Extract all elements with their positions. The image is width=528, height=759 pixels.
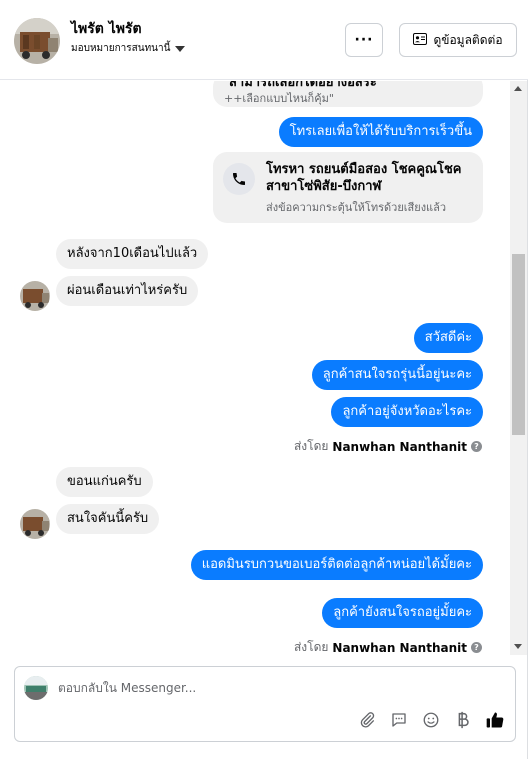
help-icon[interactable]: ? [471,642,482,653]
partial-message-card: สามารถเลือกได้อย่างอิสระ ++เลือกแบบไหนก็… [213,81,483,107]
message-outgoing[interactable]: สวัสดีค่ะ [413,323,483,353]
view-contact-label: ดูข้อมูลติดต่อ [433,32,503,47]
sent-by-prefix: ส่งโดย [293,640,329,654]
scroll-thumb[interactable] [512,254,525,435]
call-card[interactable]: โทรหา รถยนต์มือสอง โชคคูณโชค สาขาโซ่พิสั… [213,152,483,223]
conversation-panel: ไพรัต ไพรัต มอบหมายการสนทนานี้ ··· ดูข้อ… [0,0,528,759]
phone-icon [223,163,255,195]
view-contact-button[interactable]: ดูข้อมูลติดต่อ [399,23,517,57]
message-incoming[interactable]: ผ่อนเดือนเท่าไหร่ครับ [56,276,199,306]
message-incoming[interactable]: สนใจคันนี้ครับ [56,504,160,534]
message-outgoing[interactable]: ลูกค้าสนใจรถรุ่นนี้อยู่นะคะ [311,360,483,390]
attachment-icon[interactable] [357,710,377,730]
call-card-title: โทรหา รถยนต์มือสอง โชคคูณโชค สาขาโซ่พิสั… [266,162,462,194]
reply-input[interactable] [58,677,498,699]
help-icon[interactable]: ? [471,441,482,452]
call-card-subtitle: ส่งข้อความกระตุ้นให้โทรด้วยเสียงแล้ว [266,201,447,214]
thumbs-up-icon[interactable] [485,710,505,730]
sent-by-label: ส่งโดย Nanwhan Nanthanit ? [294,638,482,655]
contact-avatar[interactable] [14,18,60,64]
more-options-button[interactable]: ··· [345,23,383,57]
message-list[interactable]: สามารถเลือกได้อย่างอิสระ ++เลือกแบบไหนก็… [0,81,510,655]
sent-by-name[interactable]: Nanwhan Nanthanit [332,440,467,454]
emoji-icon[interactable] [421,710,441,730]
message-outgoing[interactable]: แอดมินรบกวนขอเบอร์ติดต่อลูกค้าหน่อยได้มั… [190,550,483,580]
reply-composer [14,666,516,742]
sender-avatar[interactable] [20,281,50,311]
conversation-header: ไพรัต ไพรัต มอบหมายการสนทนานี้ ··· ดูข้อ… [0,0,528,80]
page-avatar [24,676,48,700]
chevron-down-icon [175,45,186,52]
message-outgoing[interactable]: โทรเลยเพื่อให้ได้รับบริการเร็วขึ้น [278,117,483,147]
assign-label: มอบหมายการสนทนานี้ [71,43,171,54]
baht-payment-icon[interactable] [453,710,473,730]
message-outgoing[interactable]: ลูกค้าอยู่จังหวัดอะไรคะ [331,397,483,427]
scroll-up-icon[interactable] [514,86,522,91]
message-outgoing[interactable]: ลูกค้ายังสนใจรถอยู่มั้ยคะ [322,598,483,628]
saved-reply-icon[interactable] [389,710,409,730]
contact-card-icon [413,32,428,48]
composer-toolbar [357,710,505,730]
message-scrollbar[interactable] [510,81,527,655]
sent-by-name[interactable]: Nanwhan Nanthanit [332,641,467,655]
message-incoming[interactable]: หลังจาก10เดือนไปแล้ว [56,239,209,269]
scroll-down-icon[interactable] [514,644,522,649]
sender-avatar[interactable] [20,509,50,539]
card-subtitle: ++เลือกแบบไหนก็คุ้ม" [224,92,334,105]
sent-by-prefix: ส่งโดย [293,439,329,453]
message-incoming[interactable]: ขอนแก่นครับ [56,467,153,497]
sent-by-label: ส่งโดย Nanwhan Nanthanit ? [294,437,482,456]
contact-name[interactable]: ไพรัต ไพรัต [71,18,142,40]
assign-conversation[interactable]: มอบหมายการสนทนานี้ [71,41,186,56]
